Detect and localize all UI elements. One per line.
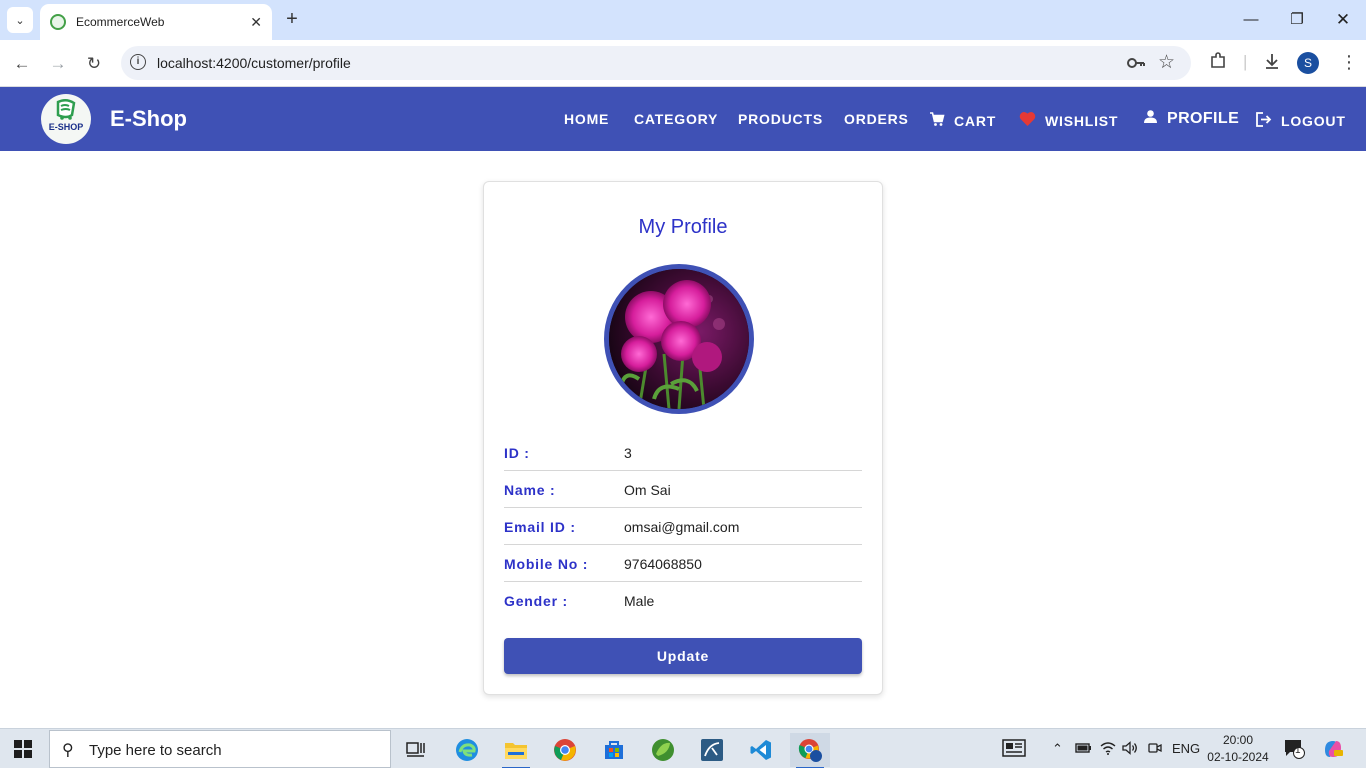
browser-toolbar: ← → ↻ i localhost:4200/customer/profile … (0, 40, 1366, 87)
app-navbar: E-SHOP E-Shop HOME CATEGORY PRODUCTS ORD… (0, 87, 1366, 151)
extensions-icon[interactable] (1209, 52, 1227, 75)
file-explorer-icon[interactable] (496, 733, 536, 768)
wifi-icon[interactable] (1100, 741, 1116, 758)
browser-profile-avatar[interactable]: S (1297, 52, 1319, 74)
edge-browser-icon[interactable] (447, 733, 487, 767)
eshop-logo[interactable]: E-SHOP (41, 94, 91, 144)
field-value: Male (624, 593, 655, 609)
chrome-profile-active-icon[interactable] (790, 733, 830, 768)
profile-row-id: ID : 3 (504, 434, 862, 471)
favicon-icon (50, 14, 66, 30)
spring-tool-suite-icon[interactable] (643, 733, 683, 767)
nav-products[interactable]: PRODUCTS (738, 111, 823, 127)
back-icon[interactable]: ← (10, 52, 34, 76)
field-label: Name : (504, 482, 556, 498)
field-label: Email ID : (504, 519, 576, 535)
microsoft-store-icon[interactable] (594, 733, 634, 767)
address-url[interactable]: localhost:4200/customer/profile (157, 55, 351, 71)
profile-row-gender: Gender : Male (504, 582, 862, 619)
nav-home-label: HOME (564, 111, 610, 127)
nav-orders[interactable]: ORDERS (844, 111, 909, 127)
minimize-window-button[interactable]: — (1233, 6, 1269, 34)
notifications-icon[interactable]: 1 (1284, 739, 1306, 762)
field-value: 3 (624, 445, 632, 461)
browser-tabstrip: ⌄ EcommerceWeb ✕ + — ❐ ✕ (0, 0, 1366, 40)
task-view-icon[interactable] (396, 733, 436, 767)
windows-start-icon[interactable] (14, 740, 32, 758)
search-icon: ⚲ (62, 742, 74, 759)
close-tab-icon[interactable]: ✕ (250, 14, 262, 31)
forward-icon[interactable]: → (46, 52, 70, 76)
nav-profile-label: PROFILE (1167, 110, 1240, 127)
battery-icon[interactable] (1074, 741, 1092, 758)
brand-name[interactable]: E-Shop (110, 106, 187, 132)
news-widget-icon[interactable] (1002, 739, 1026, 760)
new-tab-button[interactable]: + (281, 8, 303, 30)
profile-card: My Profile ID: 3 Name: Om Sai Email ID… (483, 181, 883, 695)
nav-orders-label: ORDERS (844, 111, 909, 127)
profile-row-name: Name : Om Sai (504, 471, 862, 508)
address-bar[interactable]: i localhost:4200/customer/profile ☆ (121, 46, 1191, 80)
password-key-icon[interactable] (1126, 53, 1146, 78)
field-label: ID : (504, 445, 530, 461)
nav-wishlist[interactable]: WISHLIST (1019, 111, 1118, 130)
toolbar-divider: | (1243, 52, 1248, 71)
field-value: 9764068850 (624, 556, 702, 572)
nav-category-label: CATEGORY (634, 111, 719, 127)
site-info-icon[interactable]: i (130, 54, 146, 70)
mysql-workbench-icon[interactable] (692, 733, 732, 767)
field-value: omsai@gmail.com (624, 519, 740, 535)
windows-taskbar: ⚲ Type here to search ⌃ ENG 20:00 02-10-… (0, 728, 1366, 768)
copilot-icon[interactable] (1322, 738, 1344, 763)
profile-photo (604, 264, 754, 414)
profile-row-email: Email ID : omsai@gmail.com (504, 508, 862, 545)
downloads-icon[interactable] (1263, 52, 1281, 75)
bookmark-star-icon[interactable]: ☆ (1158, 51, 1175, 74)
chevron-up-icon[interactable]: ⌃ (1052, 741, 1063, 757)
field-value: Om Sai (624, 482, 671, 498)
profile-row-mobile: Mobile No : 9764068850 (504, 545, 862, 582)
browser-menu-icon[interactable]: ⋮ (1340, 52, 1358, 73)
nav-wishlist-label: WISHLIST (1045, 112, 1119, 129)
notification-count: 1 (1295, 745, 1301, 756)
nav-home[interactable]: HOME (564, 111, 609, 127)
close-window-button[interactable]: ✕ (1325, 6, 1361, 34)
restore-window-button[interactable]: ❐ (1279, 6, 1315, 34)
heart-icon (1019, 111, 1036, 130)
meet-now-icon[interactable] (1148, 741, 1162, 758)
taskbar-clock[interactable]: 20:00 02-10-2024 (1206, 732, 1270, 766)
taskbar-search-box[interactable]: ⚲ Type here to search (49, 730, 391, 768)
field-label: Gender : (504, 593, 568, 609)
update-button[interactable]: Update (504, 638, 862, 674)
chrome-icon[interactable] (545, 733, 585, 767)
logo-text: E-SHOP (49, 122, 84, 132)
nav-profile[interactable]: PROFILE (1143, 109, 1239, 129)
tab-search-button[interactable]: ⌄ (7, 7, 33, 33)
cart-icon (929, 111, 945, 130)
clock-date: 02-10-2024 (1207, 750, 1269, 764)
nav-products-label: PRODUCTS (738, 111, 823, 127)
language-indicator[interactable]: ENG (1172, 741, 1200, 756)
chevron-down-icon: ⌄ (15, 14, 25, 27)
vscode-icon[interactable] (741, 733, 781, 767)
nav-category[interactable]: CATEGORY (634, 111, 718, 127)
logout-icon (1255, 111, 1272, 131)
nav-logout-label: LOGOUT (1281, 113, 1346, 129)
reload-icon[interactable]: ↻ (82, 52, 106, 76)
field-label: Mobile No : (504, 556, 589, 572)
profile-title: My Profile (638, 216, 728, 238)
volume-icon[interactable] (1122, 741, 1138, 758)
person-icon (1143, 109, 1158, 129)
clock-time: 20:00 (1222, 733, 1254, 747)
nav-cart[interactable]: CART (929, 111, 996, 130)
nav-cart-label: CART (954, 112, 997, 129)
browser-tab-active[interactable]: EcommerceWeb ✕ (40, 4, 272, 40)
nav-logout[interactable]: LOGOUT (1255, 111, 1346, 131)
taskbar-search-placeholder: Type here to search (89, 742, 222, 759)
tab-title: EcommerceWeb (76, 15, 165, 29)
